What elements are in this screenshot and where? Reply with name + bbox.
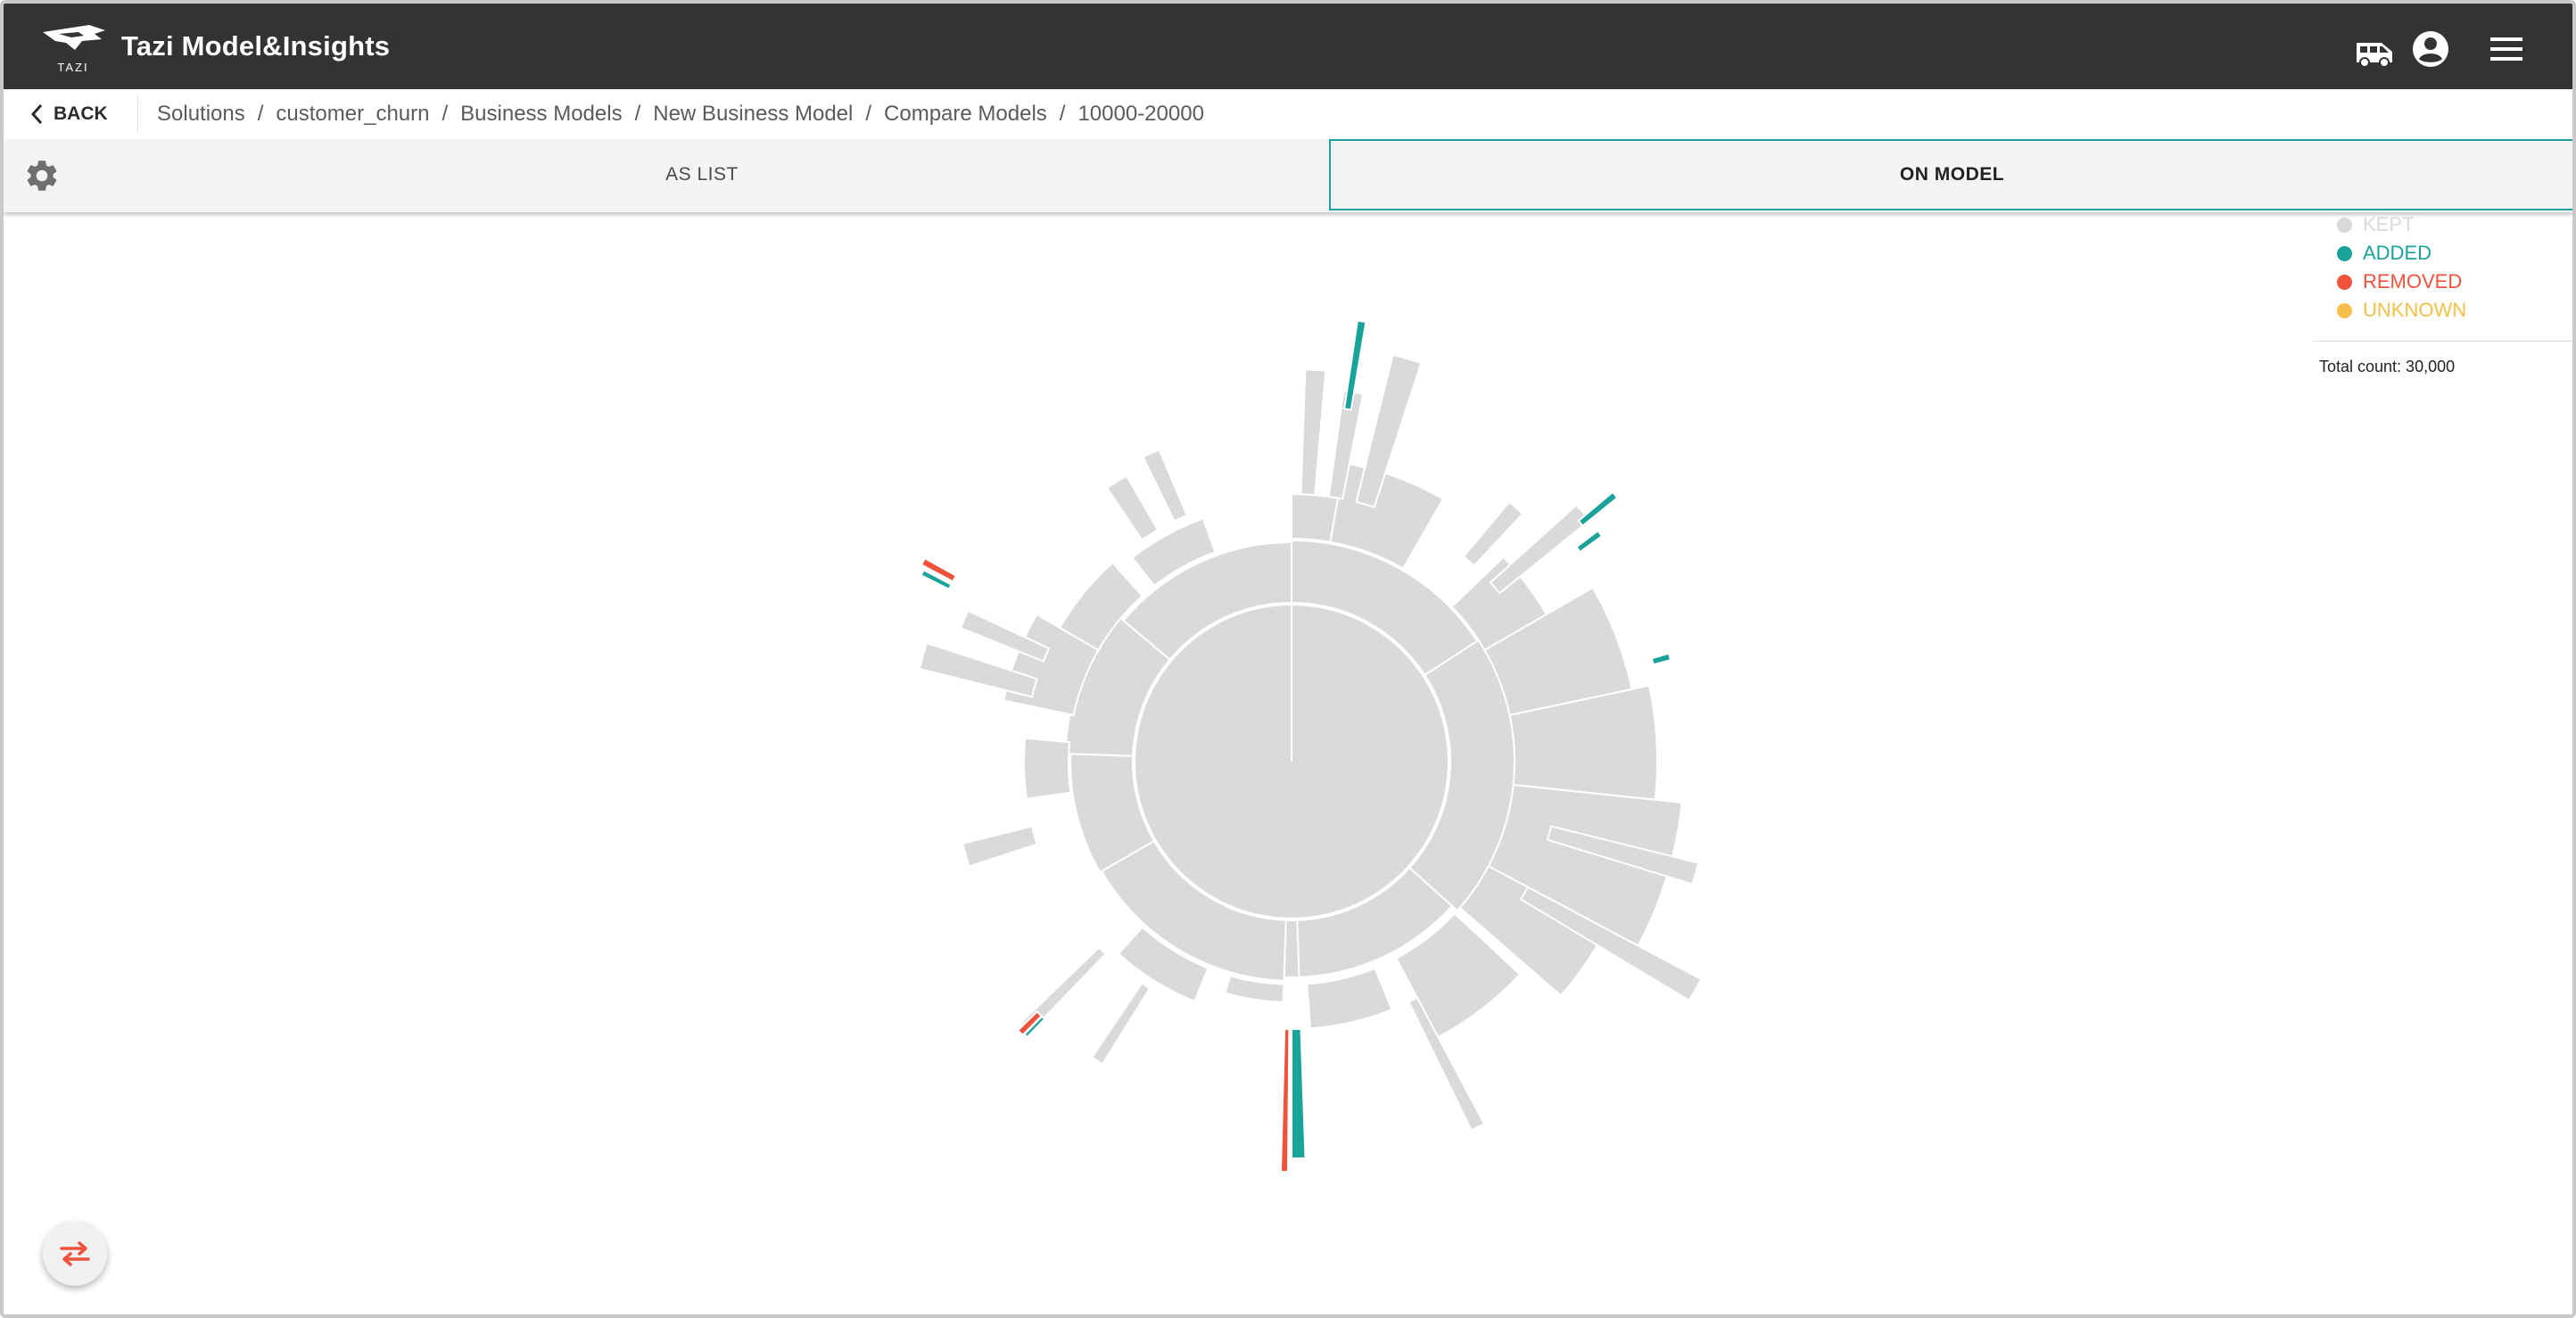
- sunburst-root[interactable]: [1134, 603, 1449, 919]
- breadcrumb-separator: /: [634, 102, 641, 126]
- legend: KEPT ADDED REMOVED UNKNOWN Total count: …: [2314, 210, 2572, 376]
- sunburst-spike[interactable]: [962, 825, 1038, 868]
- sunburst-change-segment[interactable]: [1650, 652, 1672, 666]
- total-count: Total count: 30,000: [2319, 358, 2456, 375]
- sunburst-segment[interactable]: [1023, 737, 1072, 800]
- sunburst-spike[interactable]: [1142, 448, 1189, 523]
- legend-dot-kept: [2337, 217, 2352, 233]
- breadcrumb-item-solutions[interactable]: Solutions: [157, 102, 245, 127]
- breadcrumb-item-solution[interactable]: customer_churn: [276, 102, 429, 127]
- legend-label-unknown: UNKNOWN: [2363, 299, 2467, 321]
- divider: [137, 95, 138, 134]
- breadcrumb-bar: BACK Solutions / customer_churn / Busine…: [4, 89, 2572, 140]
- legend-item-removed[interactable]: REMOVED: [2314, 268, 2572, 296]
- sunburst-spike[interactable]: [1090, 982, 1152, 1066]
- breadcrumb-separator: /: [1059, 102, 1066, 126]
- breadcrumb-item-model[interactable]: New Business Model: [653, 102, 853, 127]
- sunburst-spike[interactable]: [1300, 368, 1327, 497]
- sunburst-change-segment[interactable]: [1291, 1027, 1307, 1160]
- sunburst-change-segment[interactable]: [1279, 1027, 1291, 1173]
- back-label: BACK: [54, 103, 108, 124]
- swap-models-button[interactable]: [43, 1222, 107, 1286]
- tab-as-list[interactable]: AS LIST: [75, 139, 1329, 210]
- back-button[interactable]: BACK: [30, 98, 108, 130]
- legend-label-added: ADDED: [2363, 242, 2432, 264]
- breadcrumb-separator: /: [257, 102, 264, 126]
- sunburst-change-segment[interactable]: [1577, 490, 1619, 528]
- tab-on-model[interactable]: ON MODEL: [1329, 139, 2572, 210]
- breadcrumb-item-compare-models[interactable]: Compare Models: [884, 102, 1047, 127]
- legend-dot-added: [2337, 245, 2352, 261]
- menu-icon[interactable]: [2490, 36, 2522, 62]
- breadcrumb-separator: /: [865, 102, 872, 126]
- sunburst-segment[interactable]: [1306, 967, 1393, 1030]
- legend-dot-removed: [2337, 274, 2352, 290]
- legend-item-added[interactable]: ADDED: [2314, 239, 2572, 268]
- account-circle-icon[interactable]: [2412, 30, 2449, 68]
- view-tabs: AS LIST ON MODEL: [4, 139, 2572, 212]
- breadcrumb-separator: /: [442, 102, 449, 126]
- app-header: TAZI Tazi Model&Insights: [4, 4, 2572, 89]
- app-title: Tazi Model&Insights: [121, 30, 391, 62]
- legend-label-kept: KEPT: [2363, 213, 2415, 235]
- legend-item-kept[interactable]: KEPT: [2314, 210, 2572, 239]
- chevron-left-icon: [30, 103, 43, 125]
- legend-dot-unknown: [2337, 302, 2352, 318]
- breadcrumb: Solutions / customer_churn / Business Mo…: [157, 102, 1204, 127]
- legend-item-unknown[interactable]: UNKNOWN: [2314, 296, 2572, 325]
- sunburst-spike[interactable]: [1462, 500, 1524, 568]
- legend-label-removed: REMOVED: [2363, 270, 2463, 292]
- tazi-logo-icon: TAZI: [43, 25, 105, 74]
- sunburst-change-segment[interactable]: [1575, 529, 1604, 554]
- app-window: TAZI Tazi Model&Insights BACK Solutions …: [0, 0, 2576, 1318]
- breadcrumb-item-current: 10000-20000: [1077, 102, 1204, 126]
- shuttle-van-icon[interactable]: [2355, 39, 2396, 68]
- sunburst-spike[interactable]: [1105, 474, 1160, 541]
- gear-icon[interactable]: [23, 157, 61, 194]
- model-sunburst-chart[interactable]: [4, 218, 2576, 1318]
- legend-divider: [2314, 341, 2572, 342]
- logo-text: TAZI: [57, 61, 88, 74]
- breadcrumb-item-business-models[interactable]: Business Models: [460, 102, 622, 127]
- swap-arrows-icon: [60, 1241, 90, 1266]
